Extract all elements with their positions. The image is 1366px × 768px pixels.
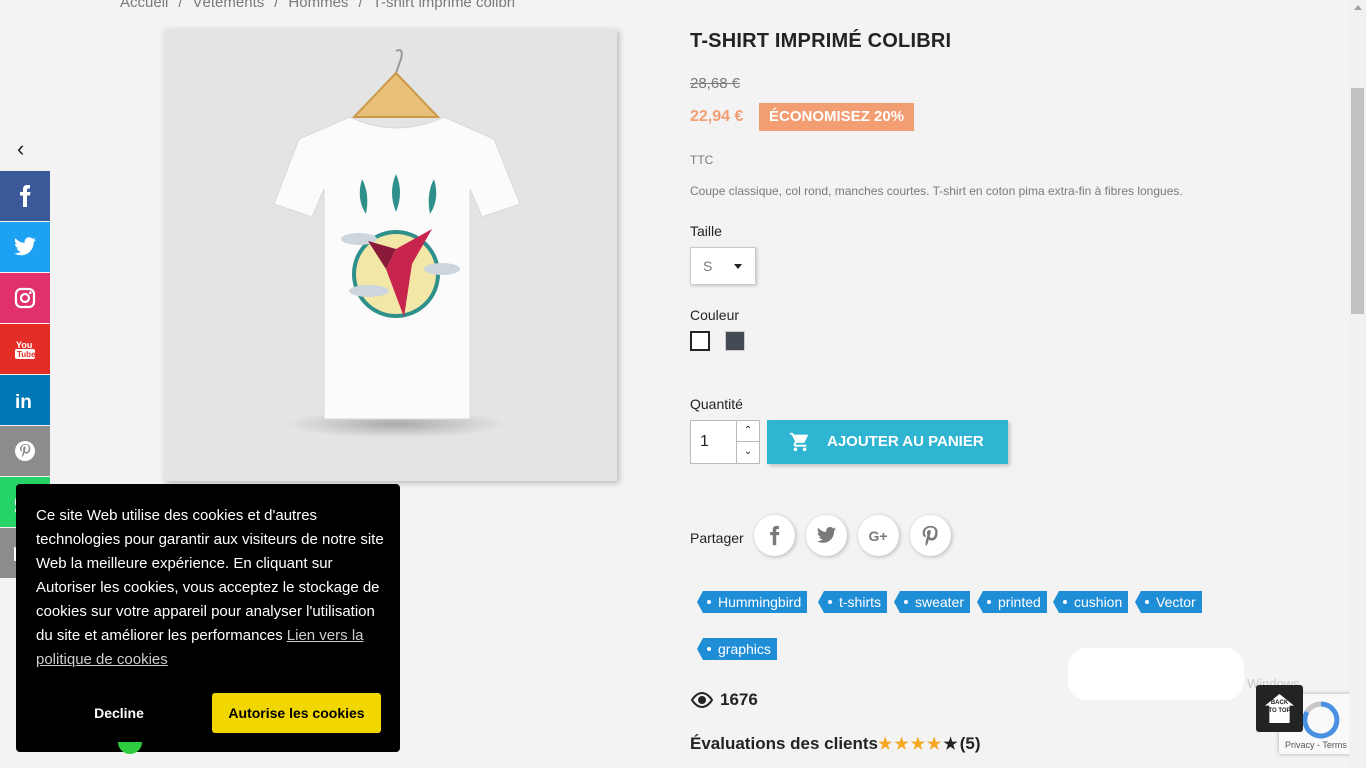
breadcrumb-men[interactable]: Hommes [288,0,348,11]
size-value: S [703,258,713,274]
tag-link[interactable]: Hummingbird [696,591,808,613]
back-to-top-button[interactable]: BACK TO TOP [1256,685,1303,732]
chevron-down-icon [734,264,742,269]
svg-text:You: You [16,340,32,350]
sidebar-pinterest-button[interactable] [0,426,50,476]
tag-link[interactable]: cushion [1052,591,1129,613]
cookie-message-text: Ce site Web utilise des cookies et d'aut… [36,507,384,644]
sidebar-twitter-button[interactable] [0,222,50,272]
tag-link[interactable]: graphics [697,638,777,660]
scroll-up-arrow[interactable] [1354,5,1362,10]
pinterest-icon [922,525,938,546]
sidebar-youtube-button[interactable]: You Tube [0,324,50,374]
share-label: Partager [690,530,744,546]
chat-widget-edge[interactable] [118,742,142,754]
scrollbar-thumb[interactable] [1351,88,1364,314]
breadcrumb-separator: / [274,0,279,11]
youtube-icon: YouTube [15,340,36,359]
breadcrumb-clothing[interactable]: Vêtements [193,0,265,11]
tshirt-illustration [273,49,521,438]
quantity-input[interactable]: 1 [700,433,709,451]
regular-price: 28,68 € [690,75,741,92]
product-title: T-SHIRT IMPRIMÉ COLIBRI [690,30,952,52]
google-plus-icon: G+ [869,528,888,544]
share-pinterest-button[interactable] [910,515,951,556]
recaptcha-terms[interactable]: Privacy - Terms [1285,740,1347,750]
breadcrumb: Accueil / Vêtements / Hommes / T-shirt imprimé… [120,0,515,11]
customer-reviews[interactable]: Évaluations des clients★★★★★(5) [690,734,981,754]
cookie-message: Ce site Web utilise des cookies et d'aut… [36,504,386,672]
tag-link[interactable]: t-shirts [818,591,887,613]
color-swatch-white[interactable] [690,331,710,351]
add-to-cart-label: AJOUTER AU PANIER [827,433,984,450]
add-to-cart-button[interactable]: AJOUTER AU PANIER [767,420,1008,464]
color-label: Couleur [690,307,740,323]
breadcrumb-current[interactable]: T-shirt imprimé colibri [373,0,516,11]
quantity-label: Quantité [690,396,743,412]
product-image[interactable] [164,29,617,481]
facebook-icon [20,185,31,207]
quantity-buttons: ⌃ ⌄ [736,421,759,463]
cookie-accept-button[interactable]: Autorise les cookies [212,693,381,733]
svg-text:G+: G+ [869,528,888,544]
cart-icon [789,432,809,452]
twitter-icon [816,526,837,543]
share-twitter-button[interactable] [806,515,847,556]
reviews-count: (5) [959,734,981,753]
size-label: Taille [690,223,722,239]
current-price: 22,94 € [690,108,744,125]
breadcrumb-separator: / [178,0,183,11]
discount-badge: ÉCONOMISEZ 20% [759,103,915,131]
reviews-label: Évaluations des clients [690,734,879,753]
obscured-area [1068,648,1244,700]
svg-text:in: in [15,392,32,412]
recaptcha-icon [1302,701,1340,739]
sidebar-collapse-icon[interactable]: ‹ [17,136,24,162]
share-facebook-button[interactable] [754,515,795,556]
sidebar-linkedin-button[interactable]: in [0,375,50,425]
star-rating: ★★★★★ [878,736,960,753]
sidebar-facebook-button[interactable] [0,171,50,221]
size-select[interactable]: S [690,247,756,285]
svg-text:Tube: Tube [17,350,36,359]
quantity-stepper[interactable]: 1 ⌃ ⌄ [690,420,760,464]
tag-link[interactable]: sweater [893,591,971,613]
share-google-plus-button[interactable]: G+ [858,515,899,556]
page-scrollbar[interactable] [1349,0,1366,768]
back-to-top-label: BACK TO TOP [1268,700,1291,714]
tag-link[interactable]: printed [977,591,1047,613]
quantity-down-button[interactable]: ⌄ [737,442,759,463]
breadcrumb-home[interactable]: Accueil [120,0,168,11]
breadcrumb-separator: / [358,0,363,11]
facebook-icon [770,525,780,546]
tag-link[interactable]: Vector [1135,591,1202,613]
linkedin-icon: in [15,392,32,412]
pinterest-icon [15,441,35,461]
twitter-icon [14,237,36,256]
view-count-value: 1676 [720,690,758,709]
cookie-consent-banner: Ce site Web utilise des cookies et d'aut… [16,484,400,752]
product-description: Coupe classique, col rond, manches court… [690,184,1183,198]
tax-label: TTC [690,153,714,167]
eye-icon [690,691,714,709]
instagram-icon [14,287,36,309]
sidebar-instagram-button[interactable] [0,273,50,323]
color-swatch-grey[interactable] [725,331,745,351]
cookie-decline-button[interactable]: Decline [51,693,187,733]
quantity-up-button[interactable]: ⌃ [737,421,759,442]
view-count: 1676 [690,690,758,710]
